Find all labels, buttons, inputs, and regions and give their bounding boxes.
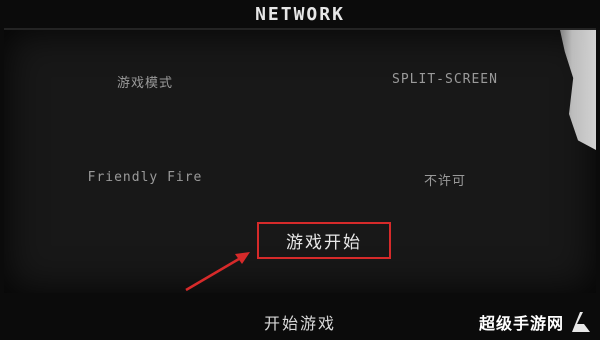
page-title: NETWORK <box>255 4 345 25</box>
red-arrow-annotation <box>185 252 250 292</box>
setting-row-blurred[interactable] <box>0 137 600 159</box>
arrow-shaft <box>185 254 245 292</box>
setting-row-game-mode[interactable]: 游戏模式 SPLIT-SCREEN <box>0 72 600 94</box>
site-watermark: 超级手游网 <box>479 310 594 334</box>
setting-value[interactable]: SPLIT-SCREEN <box>325 72 565 87</box>
arrow-head <box>235 252 250 264</box>
watermark-logo-icon <box>572 312 590 332</box>
setting-row-blurred[interactable] <box>0 104 600 126</box>
start-game-button-highlighted[interactable]: 游戏开始 <box>257 222 391 259</box>
setting-label: Friendly Fire <box>87 170 203 185</box>
setting-row-friendly-fire[interactable]: Friendly Fire 不许可 <box>0 170 600 192</box>
setting-value[interactable]: 不许可 <box>325 170 565 189</box>
watermark-text: 超级手游网 <box>478 314 564 333</box>
start-game-label: 游戏开始 <box>286 233 362 253</box>
setting-label: 游戏模式 <box>116 76 173 91</box>
